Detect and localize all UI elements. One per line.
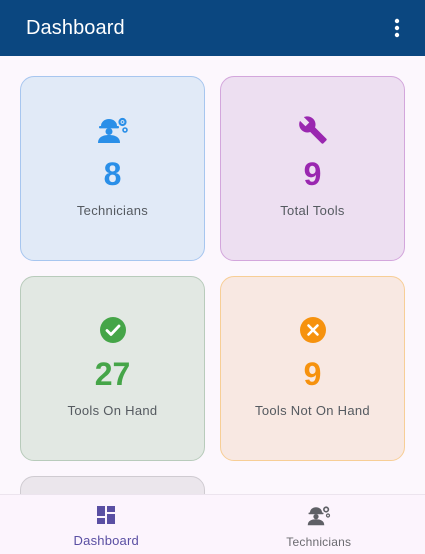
technicians-label: Technicians — [76, 203, 149, 218]
tools-not-on-hand-card[interactable]: 9 Tools Not On Hand — [220, 276, 405, 461]
nav-item-technicians[interactable]: Technicians — [213, 495, 425, 554]
partial-card[interactable] — [20, 476, 205, 494]
nav-label-dashboard: Dashboard — [73, 533, 139, 548]
dashboard-content: 8 Technicians 9 Total Tools 27 Tools On … — [0, 56, 425, 494]
check-circle-icon — [99, 315, 127, 345]
bottom-navigation: Dashboard Technicians — [0, 494, 425, 554]
technician-icon — [97, 115, 129, 145]
app-bar: Dashboard — [0, 0, 425, 56]
tools-not-on-hand-count: 9 — [303, 356, 322, 392]
nav-label-technicians: Technicians — [286, 535, 352, 549]
total-tools-label: Total Tools — [280, 203, 345, 218]
total-tools-card[interactable]: 9 Total Tools — [220, 76, 405, 261]
dashboard-icon — [96, 505, 116, 530]
tools-on-hand-card[interactable]: 27 Tools On Hand — [20, 276, 205, 461]
tools-not-on-hand-label: Tools Not On Hand — [255, 403, 370, 418]
tools-on-hand-count: 27 — [94, 356, 131, 392]
technicians-count: 8 — [103, 156, 122, 192]
more-vert-icon[interactable] — [385, 8, 409, 48]
cancel-circle-icon — [299, 315, 327, 345]
page-title: Dashboard — [26, 16, 125, 39]
tools-on-hand-label: Tools On Hand — [67, 403, 158, 418]
total-tools-count: 9 — [303, 156, 322, 192]
nav-item-dashboard[interactable]: Dashboard — [0, 495, 213, 554]
wrench-icon — [298, 115, 328, 145]
technician-icon — [307, 505, 331, 531]
technicians-card[interactable]: 8 Technicians — [20, 76, 205, 261]
